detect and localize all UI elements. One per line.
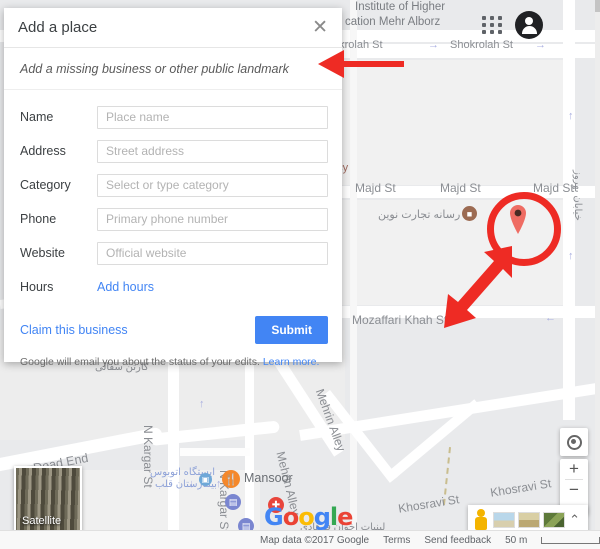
form-row-hours: Hours Add hours — [20, 270, 328, 304]
account-avatar-icon[interactable] — [515, 11, 543, 39]
claim-this-business-link[interactable]: Claim this business — [20, 323, 128, 337]
zoom-in-button[interactable]: + — [560, 459, 588, 479]
oneway-arrow-icon: ↑ — [568, 250, 574, 262]
map-scrollbar-thumb[interactable] — [595, 0, 600, 12]
map-label: Khosravi St — [397, 492, 461, 516]
zoom-out-button[interactable]: − — [560, 480, 588, 500]
map-label: Majd St — [440, 181, 481, 195]
add-a-place-panel[interactable]: Add a place ✕ Add a missing business or … — [4, 8, 342, 368]
add-place-form: Name Place name Address Street address C… — [4, 90, 342, 304]
oneway-arrow-icon: ← — [545, 312, 556, 324]
form-row-name: Name Place name — [20, 100, 328, 134]
map-label: Majd St — [533, 181, 574, 195]
google-logo: Google — [264, 503, 353, 531]
oneway-arrow-icon: → — [535, 39, 546, 51]
category-input[interactable]: Select or type category — [97, 173, 328, 197]
panel-note: Google will email you about the status o… — [4, 344, 342, 368]
my-location-icon — [566, 434, 582, 450]
poi-marker[interactable]: ■ — [462, 206, 477, 221]
satellite-toggle-button[interactable]: Satellite — [14, 466, 82, 534]
form-row-website: Website Official website — [20, 236, 328, 270]
oneway-arrow-icon: ↑ — [199, 398, 205, 410]
scale-label: 50 m — [505, 534, 528, 546]
map-label: N Kargar St — [141, 425, 155, 488]
phone-input[interactable]: Primary phone number — [97, 207, 328, 231]
label-category: Category — [20, 178, 71, 192]
pegman-head — [477, 509, 485, 517]
note-text: Google will email you about the status o… — [20, 356, 260, 368]
submit-button[interactable]: Submit — [255, 316, 328, 344]
send-feedback-link[interactable]: Send feedback — [424, 535, 491, 546]
panel-header: Add a place ✕ — [4, 8, 342, 48]
street-view-pegman-icon[interactable] — [473, 509, 489, 531]
add-hours-link[interactable]: Add hours — [97, 280, 154, 294]
close-icon[interactable]: ✕ — [312, 18, 328, 37]
logo-letter: e — [337, 503, 353, 531]
logo-letter: o — [298, 503, 314, 531]
map-pin-marker[interactable] — [508, 203, 528, 235]
address-input[interactable]: Street address — [97, 139, 328, 163]
label-phone: Phone — [20, 212, 57, 226]
my-location-button[interactable] — [560, 428, 588, 456]
poi-marker-shop[interactable]: ▤ — [225, 494, 241, 510]
google-apps-grid-icon[interactable] — [479, 12, 505, 38]
map-label: Majd St — [355, 181, 396, 195]
panel-subtitle: Add a missing business or other public l… — [4, 48, 342, 90]
form-row-address: Address Street address — [20, 134, 328, 168]
pegman-body — [475, 517, 487, 530]
website-input[interactable]: Official website — [97, 241, 328, 265]
logo-letter: o — [282, 503, 299, 531]
poi-marker-restaurant[interactable]: 🍴 — [222, 470, 240, 488]
map-attribution: Map data ©2017 Google — [260, 534, 370, 546]
logo-letter: G — [264, 503, 284, 531]
name-input[interactable]: Place name — [97, 105, 328, 129]
map-footer: Map data ©2017 Google Terms Send feedbac… — [0, 530, 600, 549]
panel-actions: Claim this business Submit — [4, 304, 342, 344]
map-label: Mozaffari Khah St — [352, 313, 448, 327]
label-name: Name — [20, 110, 54, 124]
map-label: Shokrolah St — [450, 39, 513, 51]
avatar-head — [525, 17, 533, 25]
terms-link[interactable]: Terms — [383, 535, 410, 546]
map-label: Mansoor — [244, 471, 293, 485]
satellite-label: Satellite — [22, 515, 62, 527]
map-label: cation Mehr Alborz — [345, 16, 441, 28]
label-hours: Hours — [20, 280, 54, 294]
oneway-arrow-icon: ↑ — [568, 110, 574, 122]
layer-thumb-terrain[interactable] — [493, 512, 515, 528]
chevron-up-icon[interactable]: ⌃ — [569, 512, 583, 528]
map-label-persian: رسانه تجارت نوین — [378, 209, 461, 221]
learn-more-link[interactable]: Learn more. — [263, 356, 320, 368]
label-website: Website — [20, 246, 65, 260]
poi-marker-bus-stop[interactable]: ▣ — [199, 473, 212, 486]
oneway-arrow-icon: → — [428, 39, 439, 51]
logo-letter: g — [313, 503, 331, 531]
layer-thumb-satellite[interactable] — [518, 512, 540, 528]
label-address: Address — [20, 144, 66, 158]
form-row-phone: Phone Primary phone number — [20, 202, 328, 236]
map-scrollbar[interactable] — [595, 0, 600, 531]
scale-bar — [541, 537, 600, 544]
oneway-arrow-icon: ← — [463, 312, 474, 324]
map-label: Institute of Higher — [355, 1, 446, 13]
form-row-category: Category Select or type category — [20, 168, 328, 202]
map-label: Khosravi St — [489, 476, 553, 500]
map-label-persian: خیابان بهروز — [572, 170, 583, 221]
page-title: Add a place — [18, 19, 98, 36]
avatar-body — [521, 26, 537, 34]
layer-thumb-earth[interactable] — [543, 512, 565, 528]
